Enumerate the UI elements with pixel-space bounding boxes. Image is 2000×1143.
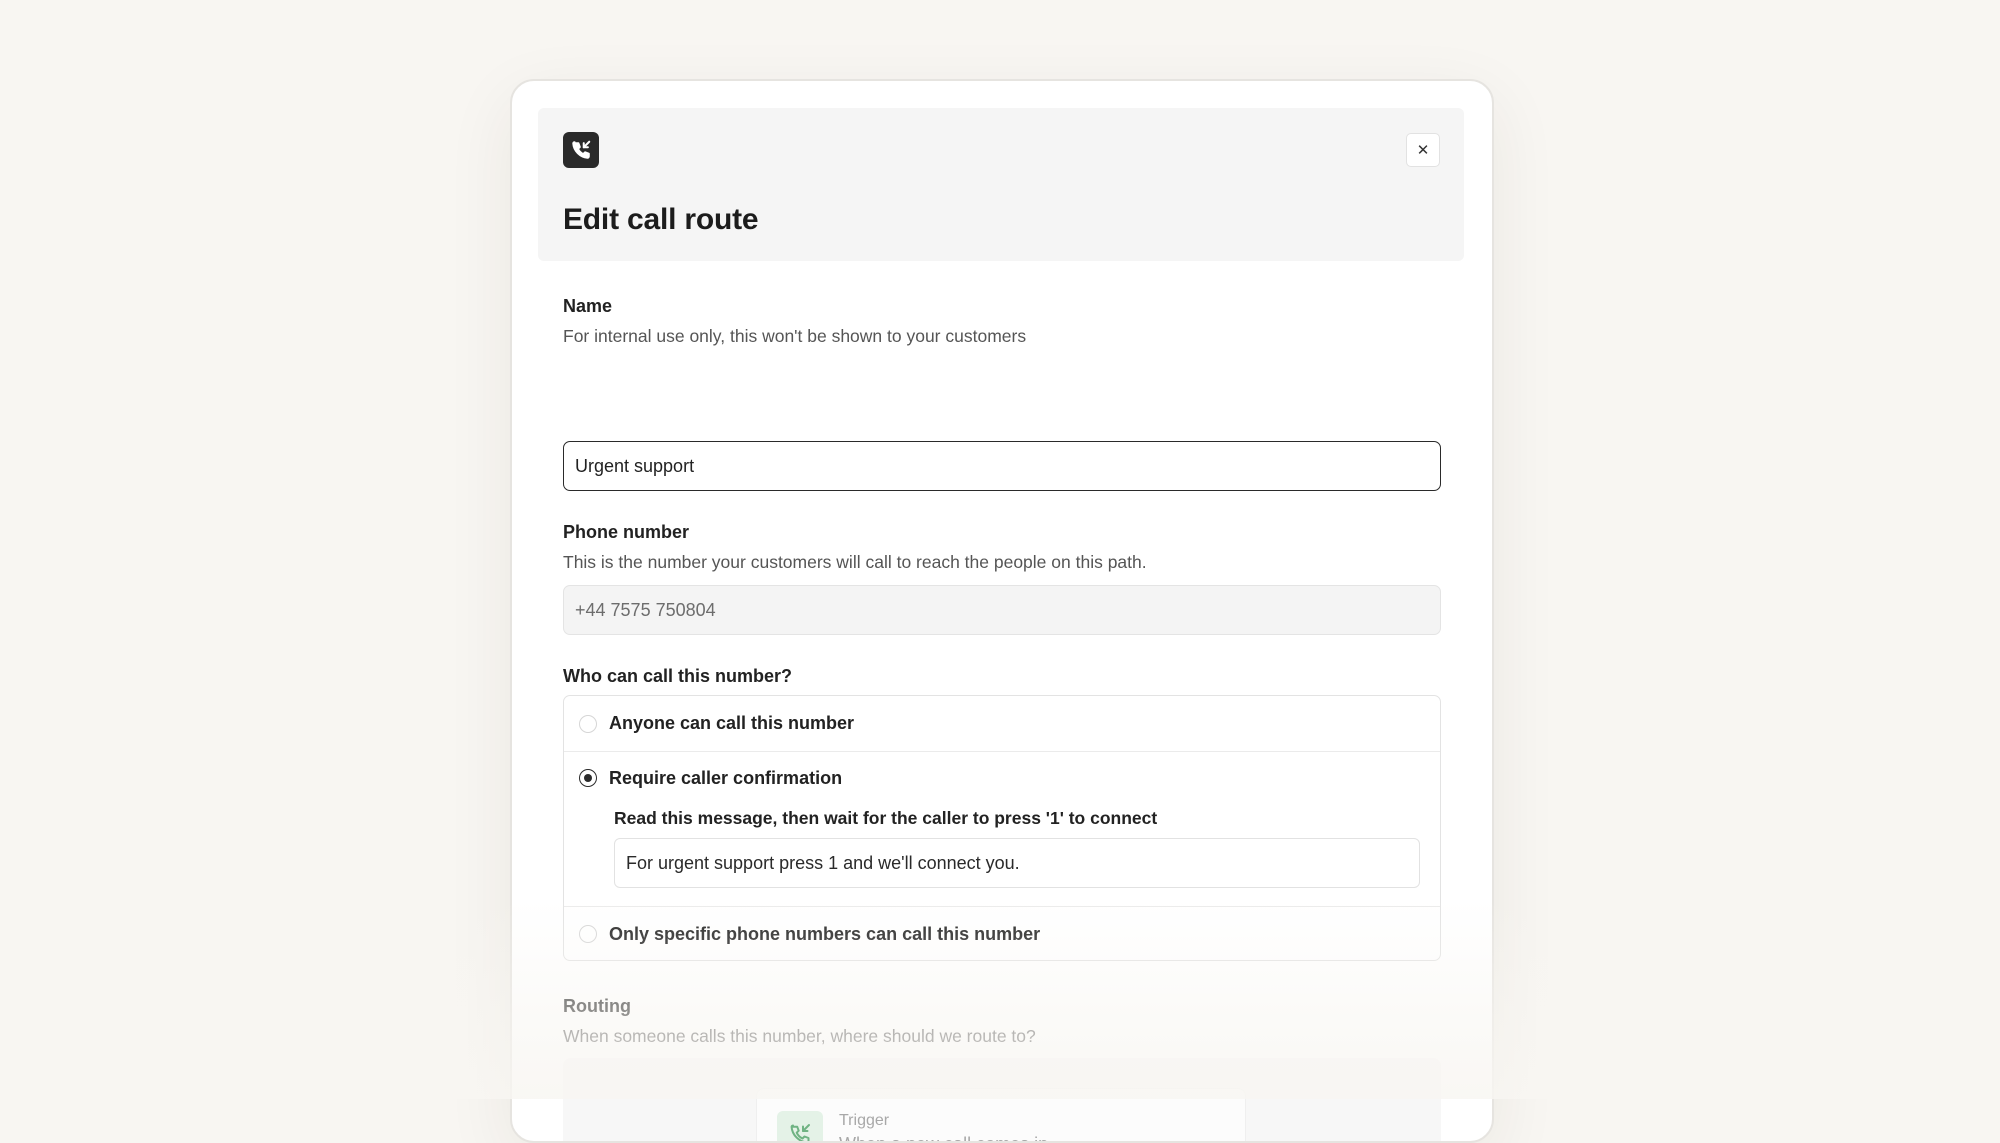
phone-number-label: Phone number (563, 522, 690, 542)
close-icon: ✕ (1416, 141, 1430, 159)
routing-description: When someone calls this number, where sh… (563, 1026, 1036, 1046)
name-label: Name (563, 296, 613, 316)
who-can-call-label: Who can call this number? (563, 666, 793, 686)
edit-call-route-dialog: ✕ Edit call route Name For internal use … (510, 79, 1494, 1143)
who-can-call-radio-group: Anyone can call this number Require call… (563, 695, 1441, 961)
name-input[interactable] (563, 441, 1441, 491)
trigger-title: Trigger (839, 1112, 890, 1129)
radio-option-specific-numbers[interactable]: Only specific phone numbers can call thi… (564, 907, 1440, 961)
phone-number-description: This is the number your customers will c… (563, 552, 1147, 572)
radio-option-label: Anyone can call this number (609, 713, 855, 733)
radio-button[interactable] (579, 714, 597, 733)
phone-number-field (563, 585, 1441, 635)
confirmation-message-input[interactable]: For urgent support press 1 and we'll con… (614, 838, 1420, 888)
radio-button-checked[interactable] (579, 769, 597, 787)
radio-option-label: Require caller confirmation (609, 767, 843, 788)
confirmation-message-text: For urgent support press 1 and we'll con… (626, 852, 1020, 873)
close-button[interactable]: ✕ (1406, 133, 1440, 167)
dialog-title: Edit call route (563, 203, 759, 236)
phone-incoming-icon (563, 132, 599, 168)
radio-option-require-confirmation[interactable]: Require caller confirmation (564, 752, 1440, 804)
trigger-subtitle: When a new call comes in (839, 1134, 1048, 1141)
trigger-card[interactable]: Trigger When a new call comes in (756, 1088, 1246, 1141)
dialog-header: ✕ Edit call route (538, 108, 1464, 261)
radio-button[interactable] (579, 925, 597, 943)
routing-canvas: Trigger When a new call comes in (563, 1058, 1441, 1141)
confirmation-message-label: Read this message, then wait for the cal… (614, 808, 1158, 828)
routing-label: Routing (563, 996, 631, 1016)
radio-option-anyone[interactable]: Anyone can call this number (564, 696, 1440, 751)
phone-incoming-icon (777, 1111, 823, 1141)
radio-option-label: Only specific phone numbers can call thi… (609, 923, 1041, 944)
name-description: For internal use only, this won't be sho… (563, 326, 1027, 346)
